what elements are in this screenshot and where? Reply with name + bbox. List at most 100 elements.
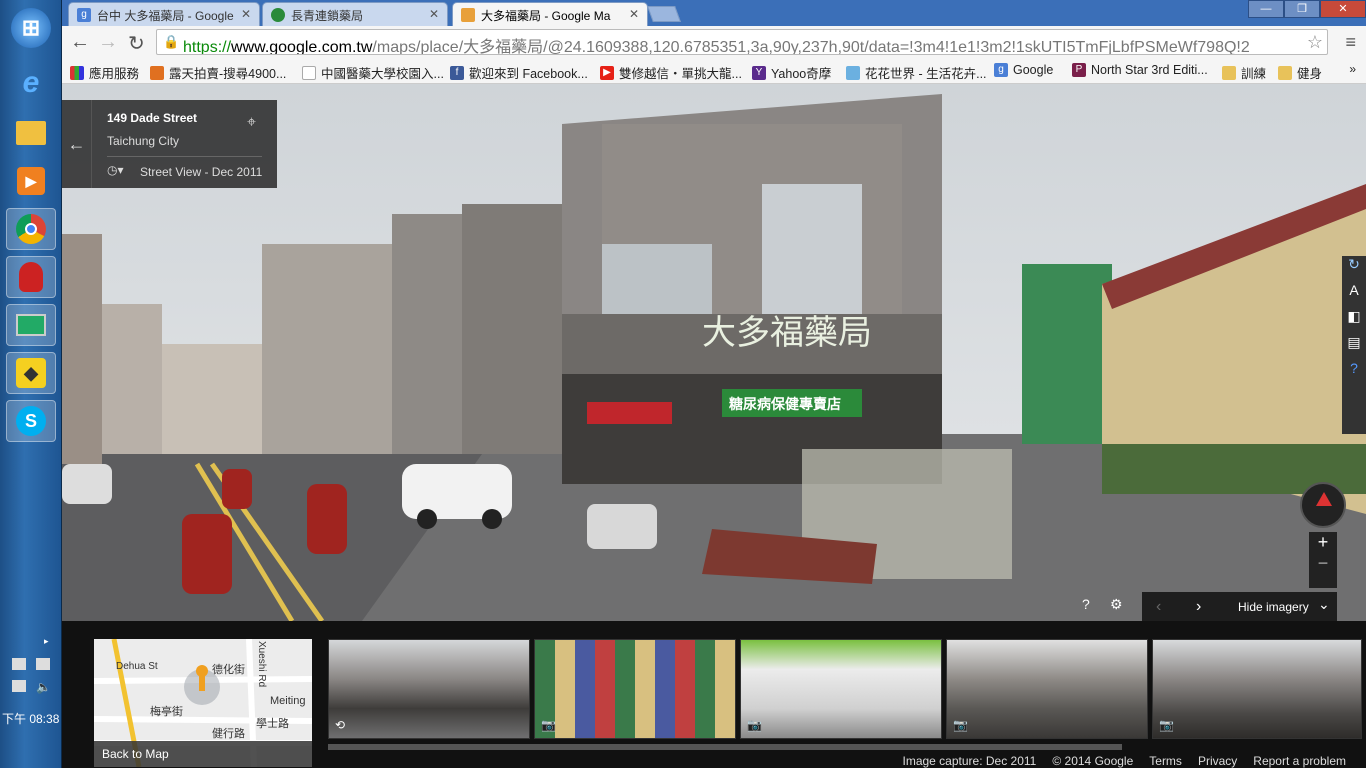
copyright: © 2014 Google	[1052, 754, 1134, 768]
bookmark-cmu[interactable]: 中國醫藥大學校園入...	[302, 63, 444, 82]
reload-icon[interactable]: ↻	[128, 31, 145, 56]
clock[interactable]: 下午 08:38	[2, 710, 59, 727]
time-machine-icon[interactable]: ◷▾	[107, 163, 124, 177]
minimize-button[interactable]: —	[1248, 0, 1284, 18]
minimap[interactable]: Dehua St 德化街 梅亭街 Meiting 健行路 學士路 Xueshi …	[94, 639, 312, 767]
zoom-in-button[interactable]: +	[1309, 532, 1337, 553]
media-player-icon[interactable]: ▶	[6, 160, 56, 202]
thumbnail-photo[interactable]: 📷	[740, 639, 942, 739]
bookmark-label: 花花世界 - 生活花卉...	[865, 67, 987, 81]
map-label: 德化街	[212, 664, 245, 676]
bookmark-label: 健身	[1297, 67, 1323, 81]
camera-icon: 📷	[747, 718, 762, 732]
system-tray: ▸ 🔈 下午 08:38	[0, 628, 62, 768]
chrome-window: g 台中 大多福藥局 - Google ✕ 長青連鎖藥局 ✕ 大多福藥局 - G…	[62, 0, 1366, 768]
bookmark-youtube[interactable]: ▶ 雙修越信・單挑大龍...	[600, 63, 742, 82]
close-tab-icon[interactable]: ✕	[629, 7, 639, 21]
font-icon[interactable]: A	[1342, 282, 1366, 308]
close-window-button[interactable]: ✕	[1320, 0, 1366, 18]
compass-icon[interactable]	[1300, 482, 1346, 528]
map-label: Meiting	[270, 695, 306, 707]
browser-toolbar: ← → ↻ 🔒 https://www.google.com.tw/maps/p…	[62, 26, 1366, 58]
zoom-out-button[interactable]: −	[1309, 553, 1337, 574]
tab-pharmacy-chain[interactable]: 長青連鎖藥局 ✕	[262, 2, 448, 26]
terms-link[interactable]: Terms	[1149, 754, 1182, 768]
thumbnail-photo[interactable]: 📷	[1152, 639, 1362, 739]
forward-arrow-icon[interactable]: →	[98, 31, 118, 54]
lock-icon: 🔒	[163, 34, 180, 49]
tray-expand-icon[interactable]: ▸	[44, 636, 49, 647]
map-pin-icon[interactable]: ⌖	[247, 114, 256, 132]
zoom-control: + −	[1309, 532, 1337, 588]
bookmark-yahoo[interactable]: Y Yahoo奇摩	[752, 63, 831, 82]
menu-icon[interactable]: ≡	[1345, 32, 1356, 53]
kakaotalk-icon[interactable]: ◆	[6, 352, 56, 394]
bookmark-label: 歡迎來到 Facebook...	[469, 67, 588, 81]
back-arrow-icon[interactable]: ←	[70, 31, 90, 54]
next-arrow-icon[interactable]: ›	[1196, 598, 1201, 616]
back-to-map-button[interactable]: Back to Map	[94, 741, 312, 767]
back-arrow-icon[interactable]: ←	[62, 100, 92, 188]
internet-explorer-icon[interactable]: e	[6, 62, 56, 104]
new-tab-button[interactable]	[647, 6, 681, 22]
skype-icon[interactable]: S	[6, 400, 56, 442]
bookmark-apps[interactable]: 應用服務	[70, 63, 139, 82]
street-address: 149 Dade Street	[107, 111, 198, 125]
help-icon[interactable]: ?	[1082, 596, 1090, 612]
close-tab-icon[interactable]: ✕	[241, 7, 251, 21]
device-icon[interactable]	[36, 658, 50, 670]
tab-google-search[interactable]: g 台中 大多福藥局 - Google ✕	[68, 2, 260, 26]
google-g-icon: g	[77, 8, 91, 22]
map-label: 健行路	[212, 728, 245, 740]
settings-gear-icon[interactable]: ⚙	[1110, 596, 1123, 613]
bookmark-flower[interactable]: 花花世界 - 生活花卉...	[846, 63, 987, 82]
start-button-icon[interactable]: ⊞	[11, 8, 51, 48]
bookmark-facebook[interactable]: f 歡迎來到 Facebook...	[450, 63, 588, 82]
tab-label: 台中 大多福藥局 - Google	[97, 9, 234, 23]
bookmark-label: 露天拍賣-搜尋4900...	[169, 67, 287, 81]
filmstrip-scrollbar[interactable]	[328, 744, 1122, 750]
reader-icon[interactable]: ▤	[1342, 334, 1366, 360]
windows-taskbar: ⊞ e ▶ ◆ S ▸ 🔈 下午 08:38	[0, 0, 62, 768]
site-icon	[271, 8, 285, 22]
bookmark-folder-training[interactable]: 訓練	[1222, 63, 1266, 82]
address-bar[interactable]: 🔒 https://www.google.com.tw/maps/place/大…	[156, 29, 1328, 55]
bookmark-northstar[interactable]: P North Star 3rd Editi...	[1072, 63, 1208, 77]
tab-google-maps[interactable]: 大多福藥局 - Google Ma ✕	[452, 2, 648, 26]
maximize-button[interactable]: ❐	[1284, 0, 1320, 18]
hide-imagery-button[interactable]: Hide imagery	[1238, 600, 1309, 614]
capture-date[interactable]: Street View - Dec 2011	[140, 165, 262, 179]
translate-icon[interactable]: ↻	[1342, 256, 1366, 282]
imagery-filmstrip: Dehua St 德化街 梅亭街 Meiting 健行路 學士路 Xueshi …	[62, 621, 1366, 768]
thumbnail-photo[interactable]: 📷	[946, 639, 1148, 739]
tab-label: 長青連鎖藥局	[291, 9, 364, 23]
report-problem-link[interactable]: Report a problem	[1253, 754, 1346, 768]
red-app-icon[interactable]	[6, 256, 56, 298]
remote-desktop-icon[interactable]	[6, 304, 56, 346]
map-label: 梅亭街	[150, 706, 183, 718]
folder-explorer-icon[interactable]	[6, 112, 56, 154]
apps-icon	[70, 65, 84, 80]
street-view-panorama[interactable]: 大多福藥局 糖尿病保健專賣店 ← 149 Dade Street Taichun…	[62, 84, 1366, 621]
bookmarks-overflow-icon[interactable]: »	[1349, 62, 1356, 76]
bookmark-ruten[interactable]: 露天拍賣-搜尋4900...	[150, 63, 286, 82]
bookmark-label: 雙修越信・單挑大龍...	[619, 67, 742, 81]
previous-arrow-icon[interactable]: ‹	[1156, 598, 1161, 616]
chrome-icon[interactable]	[6, 208, 56, 250]
thumbnail-street-view[interactable]: ⟲	[328, 639, 530, 739]
street-view-360-icon: ⟲	[335, 718, 346, 732]
help-icon[interactable]: ?	[1342, 360, 1366, 386]
privacy-link[interactable]: Privacy	[1198, 754, 1237, 768]
star-bookmark-icon[interactable]: ☆	[1306, 32, 1323, 53]
network-icon[interactable]	[12, 680, 26, 692]
contrast-icon[interactable]: ◧	[1342, 308, 1366, 334]
bookmark-folder-fitness[interactable]: 健身	[1278, 63, 1322, 82]
youtube-icon: ▶	[600, 65, 614, 80]
thumbnail-photo[interactable]: 📷	[534, 639, 736, 739]
chevron-down-icon[interactable]: ⌄	[1318, 596, 1330, 613]
bookmark-google[interactable]: g Google	[994, 63, 1053, 77]
action-center-icon[interactable]	[12, 658, 26, 670]
volume-icon[interactable]: 🔈	[36, 680, 51, 694]
folder-icon	[1222, 65, 1236, 80]
close-tab-icon[interactable]: ✕	[429, 7, 439, 21]
